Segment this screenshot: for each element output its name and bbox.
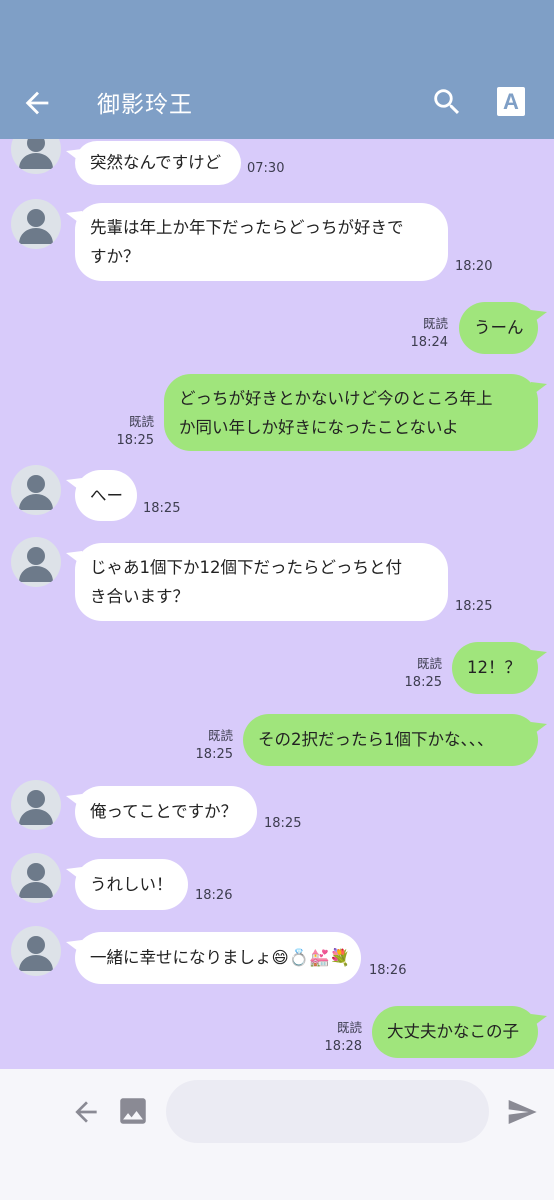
- arrow-left-icon: [75, 1101, 97, 1123]
- received-message-bubble[interactable]: 一緒に幸せになりましょ😄💍💒💐: [75, 932, 361, 984]
- read-receipt: 既読 18:25: [405, 654, 442, 692]
- received-message-bubble[interactable]: 突然なんですけど: [75, 141, 241, 185]
- chat-header: [0, 0, 554, 139]
- received-message-bubble[interactable]: へー: [75, 470, 137, 521]
- message-timestamp: 18:25: [404, 675, 442, 690]
- avatar[interactable]: [11, 465, 61, 515]
- back-button[interactable]: [20, 86, 54, 120]
- user-silhouette-icon: [19, 139, 53, 169]
- read-receipt: 既読 18:25: [117, 412, 154, 450]
- user-silhouette-icon: [19, 790, 53, 825]
- collapse-button[interactable]: [70, 1096, 102, 1128]
- avatar[interactable]: [11, 853, 61, 903]
- bubble-tail: [531, 382, 547, 396]
- message-timestamp: 18:28: [324, 1039, 362, 1054]
- message-timestamp: 18:24: [410, 335, 448, 350]
- bubble-tail: [531, 722, 547, 736]
- read-receipt: 既読 18:28: [325, 1018, 362, 1056]
- read-label: 既読: [128, 414, 154, 429]
- avatar[interactable]: [11, 139, 61, 174]
- read-label: 既読: [416, 656, 442, 671]
- avatar[interactable]: [11, 537, 61, 587]
- chat-title: 御影玲王: [97, 92, 193, 118]
- received-message-bubble[interactable]: 先輩は年上か年下だったらどっちが好きで すか？: [75, 203, 448, 281]
- user-silhouette-icon: [19, 863, 53, 898]
- received-message-bubble[interactable]: うれしい！: [75, 859, 188, 910]
- bubble-tail: [531, 310, 547, 324]
- bubble-tail: [66, 867, 82, 881]
- image-icon: [120, 1098, 146, 1124]
- read-receipt: 既読 18:24: [411, 314, 448, 352]
- avatar[interactable]: [11, 780, 61, 830]
- received-message-bubble[interactable]: じゃあ1個下か12個下だったらどっちと付 き合います？: [75, 543, 448, 621]
- user-silhouette-icon: [19, 209, 53, 244]
- sent-message-bubble[interactable]: その2択だったら1個下かな、、、: [243, 714, 538, 766]
- read-label: 既読: [336, 1020, 362, 1035]
- font-size-button[interactable]: A: [497, 87, 525, 116]
- sent-message-bubble[interactable]: 12！？: [452, 642, 538, 694]
- avatar[interactable]: [11, 199, 61, 249]
- user-silhouette-icon: [19, 547, 53, 582]
- read-receipt: 既読 18:25: [196, 726, 233, 764]
- received-message-bubble[interactable]: 俺ってことですか？: [75, 786, 257, 838]
- user-silhouette-icon: [19, 936, 53, 971]
- sent-message-bubble[interactable]: 大丈夫かなこの子: [372, 1006, 538, 1058]
- search-button[interactable]: [430, 85, 464, 119]
- read-label: 既読: [207, 728, 233, 743]
- message-timestamp: 18:25: [455, 599, 493, 614]
- message-timestamp: 07:30: [247, 161, 285, 176]
- avatar[interactable]: [11, 926, 61, 976]
- message-input[interactable]: [166, 1080, 489, 1143]
- message-list[interactable]: 突然なんですけど 07:30 先輩は年上か年下だったらどっちが好きで すか？ 18:20…: [0, 139, 554, 1069]
- image-button[interactable]: [116, 1094, 150, 1128]
- bubble-tail: [66, 478, 82, 492]
- message-timestamp: 18:25: [195, 747, 233, 762]
- sent-message-bubble[interactable]: うーん: [459, 302, 538, 354]
- bubble-tail: [531, 1014, 547, 1028]
- sent-message-bubble[interactable]: どっちが好きとかないけど今のところ年上 か同い年しか好きになったことないよ: [164, 374, 538, 451]
- send-icon: [508, 1100, 537, 1124]
- message-timestamp: 18:25: [116, 433, 154, 448]
- bubble-tail: [66, 551, 82, 565]
- bubble-tail: [66, 149, 82, 163]
- bubble-tail: [66, 794, 82, 808]
- message-timestamp: 18:20: [455, 259, 493, 274]
- bubble-tail: [531, 650, 547, 664]
- bubble-tail: [66, 940, 82, 954]
- bubble-tail: [66, 211, 82, 225]
- message-timestamp: 18:25: [264, 816, 302, 831]
- message-timestamp: 18:25: [143, 501, 181, 516]
- arrow-left-icon: [25, 91, 49, 115]
- message-timestamp: 18:26: [195, 888, 233, 903]
- read-label: 既読: [422, 316, 448, 331]
- send-button[interactable]: [505, 1096, 539, 1128]
- search-icon: [434, 89, 460, 115]
- message-timestamp: 18:26: [369, 963, 407, 978]
- user-silhouette-icon: [19, 475, 53, 510]
